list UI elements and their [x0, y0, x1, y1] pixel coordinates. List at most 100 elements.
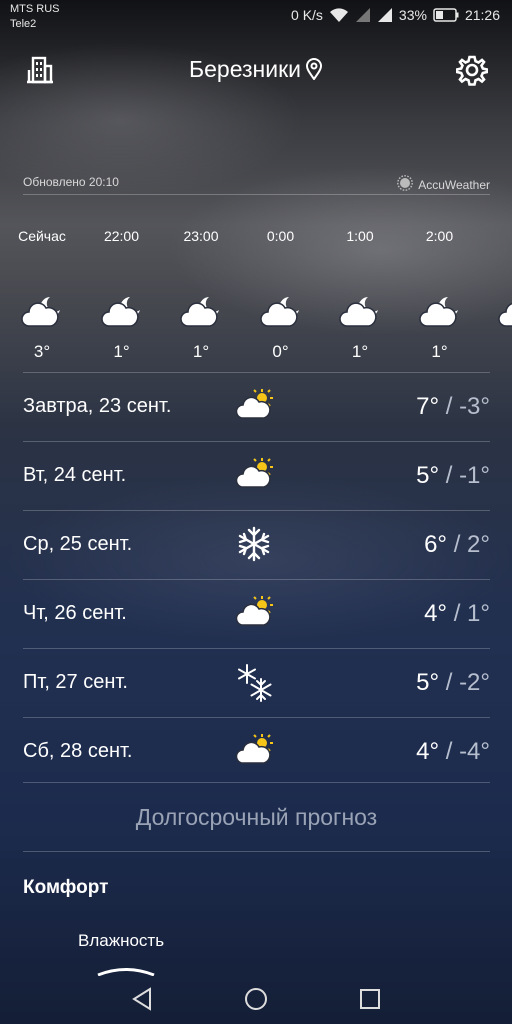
- hour-item: 1:00 1°: [320, 226, 400, 362]
- day-temps: 4° / -4°: [416, 738, 490, 766]
- temp-low: -3°: [459, 393, 490, 420]
- day-name: Пт, 27 сент.: [23, 671, 128, 693]
- navigation-bar: [0, 972, 512, 1024]
- temp-low: -4°: [459, 738, 490, 765]
- hour-temp: 1°: [351, 342, 369, 361]
- data-source[interactable]: AccuWeather: [397, 175, 490, 194]
- temp-separator: /: [447, 531, 468, 558]
- snowflakes-icon: [235, 663, 275, 703]
- status-bar: MTS RUS Tele2 0 K/s 33% 21:26: [0, 0, 512, 36]
- carrier-primary: MTS RUS: [10, 3, 60, 15]
- hour-item: 22:00 1°: [82, 226, 162, 362]
- hour-temp: 1°: [192, 342, 210, 361]
- day-row[interactable]: Завтра, 23 сент. 7° / -3°: [23, 372, 490, 441]
- home-button[interactable]: [241, 984, 271, 1014]
- battery-icon: [433, 8, 459, 22]
- updated-row: Обновлено 20:10 AccuWeather: [23, 172, 490, 195]
- day-row[interactable]: Сб, 28 сент. 4° / -4°: [23, 717, 490, 786]
- long-term-forecast-button[interactable]: Долгосрочный прогноз: [23, 782, 490, 852]
- temp-low: 1°: [467, 600, 490, 627]
- temp-low: -1°: [459, 462, 490, 489]
- temp-low: 2°: [467, 531, 490, 558]
- hour-time: 1:00: [346, 228, 374, 244]
- hour-time: Сейчас: [18, 228, 66, 244]
- day-temps: 6° / 2°: [424, 531, 490, 559]
- hour-item: 3: [479, 226, 512, 342]
- temp-high: 5°: [416, 462, 440, 489]
- cloud-moon-icon: [479, 282, 512, 342]
- temp-high: 7°: [416, 393, 440, 420]
- recents-square-icon: [360, 989, 380, 1009]
- cloud-sun-icon: [235, 732, 275, 772]
- source-name: AccuWeather: [418, 177, 490, 192]
- location-title[interactable]: Березники: [0, 56, 512, 86]
- cloud-moon-icon: [400, 282, 480, 342]
- hour-temp: 3°: [33, 342, 51, 361]
- hour-time: 22:00: [103, 228, 140, 244]
- daily-forecast: Завтра, 23 сент. 7° / -3° Вт, 24 сент. 5° /…: [23, 372, 490, 786]
- network-speed: 0 K/s: [291, 7, 323, 23]
- updated-time: Обновлено 20:10: [23, 175, 119, 189]
- cloud-sun-icon: [235, 594, 275, 634]
- comfort-title: Комфорт: [23, 877, 109, 898]
- temp-separator: /: [439, 393, 460, 420]
- temp-high: 4°: [416, 738, 440, 765]
- cloud-moon-icon: [241, 282, 321, 342]
- back-button[interactable]: [128, 984, 158, 1014]
- snowflake-icon: [235, 525, 275, 565]
- cloud-sun-icon: [235, 456, 275, 496]
- status-time: 21:26: [464, 7, 500, 23]
- home-circle-icon: [245, 988, 267, 1010]
- status-indicators: 0 K/s 33% 21:26: [291, 7, 500, 23]
- day-name: Вт, 24 сент.: [23, 464, 127, 486]
- day-temps: 4° / 1°: [424, 600, 490, 628]
- hour-item: 2:00 1°: [400, 226, 480, 362]
- hour-time: 23:00: [183, 228, 219, 244]
- hour-item: 23:00 1°: [161, 226, 241, 362]
- battery-percent: 33%: [398, 7, 427, 23]
- header: Березники: [0, 48, 512, 92]
- day-temps: 5° / -2°: [416, 669, 490, 697]
- temp-separator: /: [439, 669, 460, 696]
- temp-separator: /: [439, 738, 460, 765]
- hour-time: 3: [479, 226, 512, 246]
- recents-button[interactable]: [355, 984, 385, 1014]
- hour-temp: 1°: [431, 342, 448, 361]
- cloud-sun-icon: [235, 387, 275, 427]
- day-temps: 5° / -1°: [416, 462, 490, 490]
- hour-time: 2:00: [425, 228, 454, 244]
- hour-item: Сейчас 3°: [2, 226, 82, 362]
- hour-temp: 1°: [113, 342, 130, 361]
- settings-button[interactable]: [455, 54, 489, 86]
- cloud-moon-icon: [161, 282, 241, 342]
- day-row[interactable]: Ср, 25 сент. 6° / 2°: [23, 510, 490, 579]
- gear-icon: [455, 55, 489, 86]
- day-name: Ср, 25 сент.: [23, 533, 133, 555]
- day-name: Сб, 28 сент.: [23, 740, 133, 762]
- day-row[interactable]: Пт, 27 сент. 5° / -2°: [23, 648, 490, 717]
- temp-separator: /: [439, 462, 460, 489]
- day-name: Завтра, 23 сент.: [23, 395, 172, 417]
- hour-temp: 0°: [272, 342, 289, 361]
- cloud-moon-icon: [320, 282, 400, 342]
- signal-sim1-icon: [355, 7, 371, 23]
- day-row[interactable]: Вт, 24 сент. 5° / -1°: [23, 441, 490, 510]
- accuweather-sun-icon: [397, 175, 414, 194]
- temp-low: -2°: [459, 669, 490, 696]
- location-pin-icon: [305, 58, 323, 86]
- day-row[interactable]: Чт, 26 сент. 4° / 1°: [23, 579, 490, 648]
- day-temps: 7° / -3°: [416, 393, 490, 421]
- hourly-forecast[interactable]: Сейчас 3° 22:00 1° 23:00 1° 0:00 0° 1:00 1° 2:00 1°…: [0, 226, 512, 361]
- city-name: Березники: [189, 56, 301, 82]
- cloud-moon-icon: [82, 282, 162, 342]
- hour-item: 0:00 0°: [241, 226, 321, 362]
- temp-high: 4°: [424, 600, 448, 627]
- cloud-moon-icon: [2, 282, 82, 342]
- temp-high: 6°: [424, 531, 448, 558]
- humidity-label: Влажность: [78, 931, 165, 950]
- day-name: Чт, 26 сент.: [23, 602, 127, 624]
- temp-separator: /: [447, 600, 468, 627]
- hour-time: 0:00: [266, 228, 295, 244]
- wifi-icon: [329, 7, 349, 23]
- temp-high: 5°: [416, 669, 440, 696]
